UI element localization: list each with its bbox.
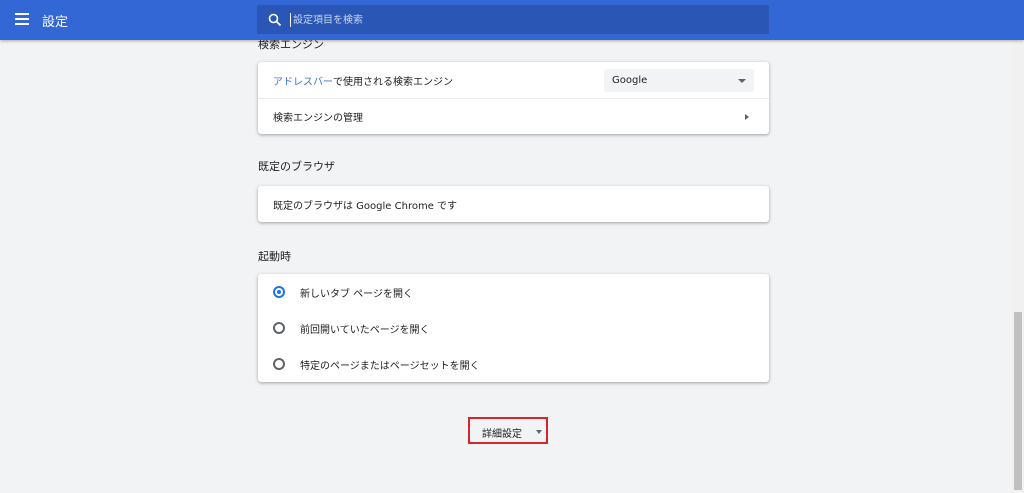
startup-option-new-tab[interactable]: 新しいタブ ページを開く — [258, 274, 769, 310]
radio-button[interactable] — [273, 322, 285, 334]
address-bar-engine-label: で使用される検索エンジン — [333, 76, 453, 88]
search-engine-card: アドレスバー で使用される検索エンジン Google 検索エンジンの管理 — [258, 62, 769, 134]
on-startup-card: 新しいタブ ページを開く 前回開いていたページを開く 特定のページまたはページセ… — [258, 274, 769, 382]
vertical-scrollbar[interactable] — [1012, 40, 1024, 493]
hamburger-menu-icon[interactable] — [15, 13, 29, 25]
search-icon — [268, 13, 282, 27]
search-engine-select[interactable]: Google — [604, 69, 754, 92]
address-bar-engine-row: アドレスバー で使用される検索エンジン Google — [258, 62, 769, 98]
startup-option-label: 新しいタブ ページを開く — [300, 288, 413, 300]
search-engine-select-value: Google — [612, 75, 648, 86]
address-bar-link[interactable]: アドレスバー — [273, 73, 333, 88]
search-input[interactable] — [290, 13, 760, 27]
startup-option-specific-pages[interactable]: 特定のページまたはページセットを開く — [258, 346, 769, 382]
dropdown-arrow-icon — [536, 430, 542, 434]
default-browser-status: 既定のブラウザは Google Chrome です — [273, 200, 458, 212]
default-browser-row: 既定のブラウザは Google Chrome です — [258, 186, 769, 222]
section-title-on-startup: 起動時 — [258, 250, 291, 263]
startup-option-continue[interactable]: 前回開いていたページを開く — [258, 310, 769, 346]
advanced-settings-button[interactable]: 詳細設定 — [468, 417, 548, 444]
section-title-default-browser: 既定のブラウザ — [258, 160, 335, 173]
page-title: 設定 — [42, 15, 69, 30]
manage-search-engines-row[interactable]: 検索エンジンの管理 — [258, 98, 769, 134]
dropdown-arrow-icon — [738, 79, 746, 83]
top-bar: 設定 — [0, 0, 1024, 40]
startup-option-label: 特定のページまたはページセットを開く — [300, 360, 480, 372]
radio-button[interactable] — [273, 358, 285, 370]
manage-search-engines-label: 検索エンジンの管理 — [273, 113, 363, 124]
advanced-settings-label: 詳細設定 — [482, 429, 522, 440]
chevron-right-icon — [745, 114, 749, 120]
default-browser-card: 既定のブラウザは Google Chrome です — [258, 186, 769, 222]
radio-button-checked[interactable] — [273, 286, 285, 298]
scrollbar-thumb[interactable] — [1014, 312, 1022, 490]
startup-option-label: 前回開いていたページを開く — [300, 324, 430, 336]
search-box[interactable] — [257, 5, 769, 34]
